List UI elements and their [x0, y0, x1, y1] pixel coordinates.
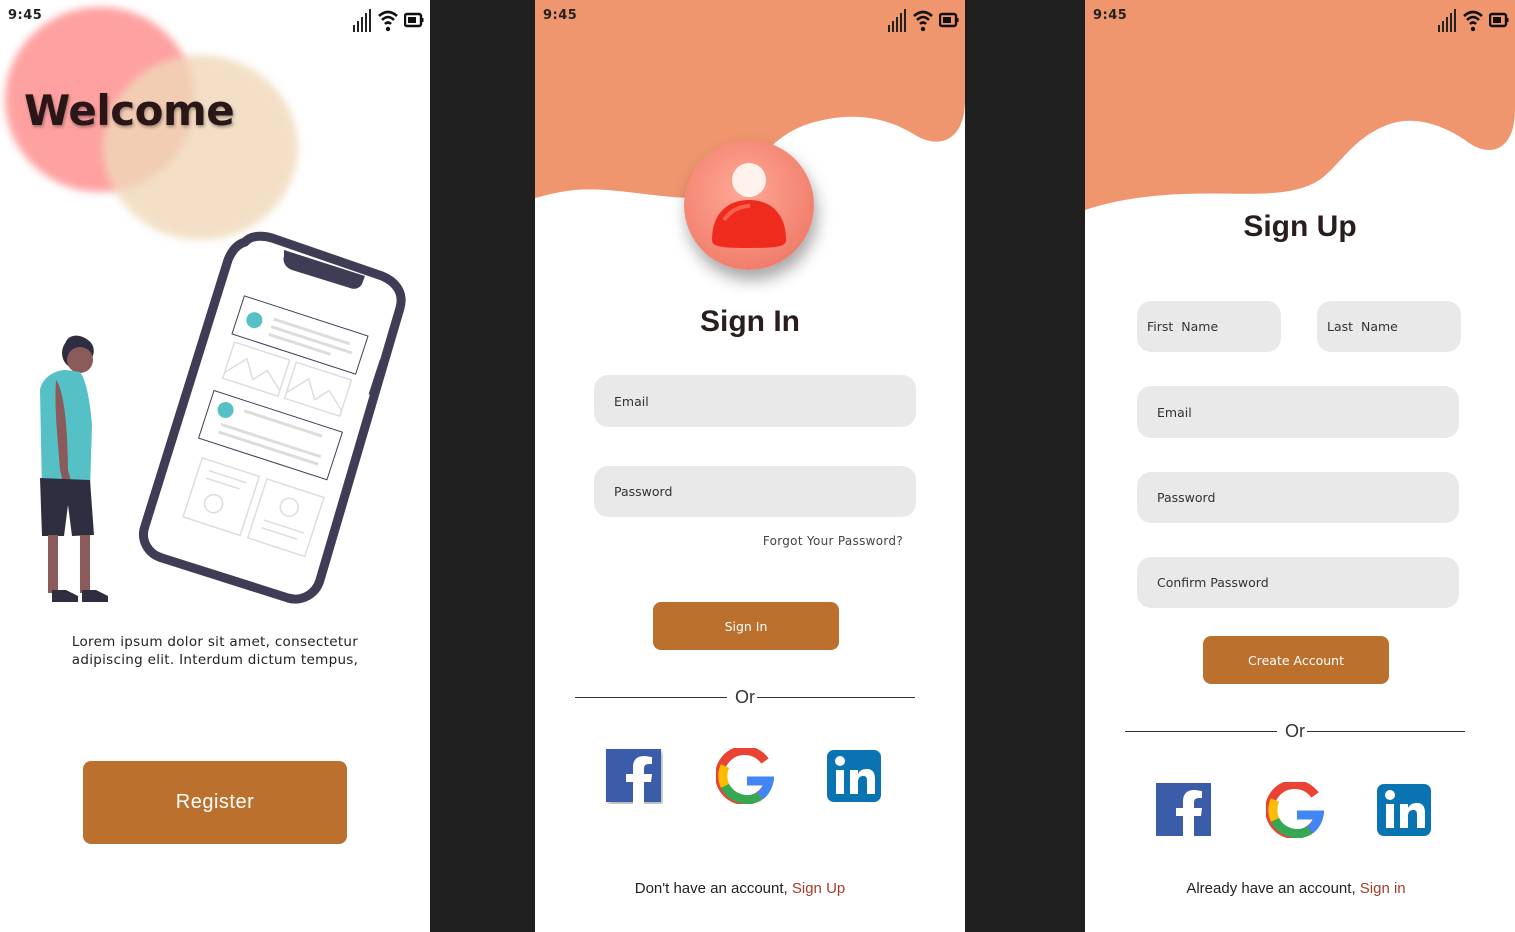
welcome-title: Welcome	[24, 86, 235, 135]
status-icons	[352, 8, 424, 32]
create-account-button[interactable]: Create Account	[1203, 636, 1389, 684]
user-icon	[712, 163, 786, 248]
facebook-icon[interactable]	[1155, 782, 1213, 838]
divider-line-left	[1125, 731, 1277, 732]
wifi-icon	[913, 10, 933, 32]
battery-icon	[1489, 12, 1509, 28]
battery-icon	[404, 12, 424, 28]
or-label: Or	[1283, 721, 1307, 742]
welcome-screen: 9:45 Welcome Lorem ipsum dolor sit amet,…	[0, 0, 430, 932]
email-field[interactable]	[594, 375, 916, 427]
register-button[interactable]: Register	[83, 761, 347, 844]
status-time: 9:45	[8, 8, 43, 23]
header-wave	[1085, 0, 1515, 210]
linkedin-icon[interactable]	[1375, 782, 1433, 838]
or-divider: Or	[575, 687, 915, 708]
signin-prompt-text: Already have an account,	[1186, 880, 1360, 897]
status-icons	[1437, 8, 1509, 32]
signal-icon	[353, 9, 371, 32]
battery-icon	[939, 12, 959, 28]
status-icons	[887, 8, 959, 32]
divider-line-left	[575, 697, 727, 698]
or-label: Or	[733, 687, 757, 708]
forgot-password-link[interactable]: Forgot Your Password?	[763, 534, 903, 548]
password-field[interactable]	[594, 466, 916, 517]
first-name-field[interactable]	[1137, 301, 1281, 352]
signin-button[interactable]: Sign In	[653, 602, 839, 650]
phone-person-illustration	[40, 231, 406, 604]
signin-prompt: Already have an account, Sign in	[1085, 880, 1511, 897]
signin-screen: 9:45 Sign In Forgot Your Password? Sign …	[535, 0, 965, 932]
signup-prompt: Don't have an account, Sign Up	[535, 880, 955, 897]
wifi-icon	[1463, 10, 1483, 32]
or-divider: Or	[1125, 721, 1465, 742]
welcome-description: Lorem ipsum dolor sit amet, consectetur …	[71, 634, 359, 668]
page-title: Sign Up	[1243, 210, 1357, 243]
signin-link[interactable]: Sign in	[1360, 880, 1406, 897]
divider-line-right	[1307, 731, 1465, 732]
signup-prompt-text: Don't have an account,	[634, 880, 792, 897]
confirm-password-field[interactable]	[1137, 557, 1459, 608]
signup-screen: 9:45 Sign Up Create Account Or Already h…	[1085, 0, 1515, 932]
google-icon[interactable]	[1266, 782, 1324, 838]
email-field[interactable]	[1137, 386, 1459, 438]
status-time: 9:45	[1093, 8, 1128, 23]
signal-icon	[1438, 9, 1456, 32]
status-time: 9:45	[543, 8, 578, 23]
wifi-icon	[378, 10, 398, 32]
signal-icon	[888, 9, 906, 32]
divider-line-right	[757, 697, 915, 698]
signup-link[interactable]: Sign Up	[792, 880, 845, 897]
user-avatar[interactable]	[684, 140, 814, 270]
last-name-field[interactable]	[1317, 301, 1461, 352]
facebook-icon[interactable]	[605, 748, 663, 804]
google-icon[interactable]	[716, 748, 774, 804]
page-title: Sign In	[700, 305, 800, 338]
password-field[interactable]	[1137, 472, 1459, 523]
decorative-blob-beige	[103, 55, 298, 240]
linkedin-icon[interactable]	[825, 748, 883, 804]
